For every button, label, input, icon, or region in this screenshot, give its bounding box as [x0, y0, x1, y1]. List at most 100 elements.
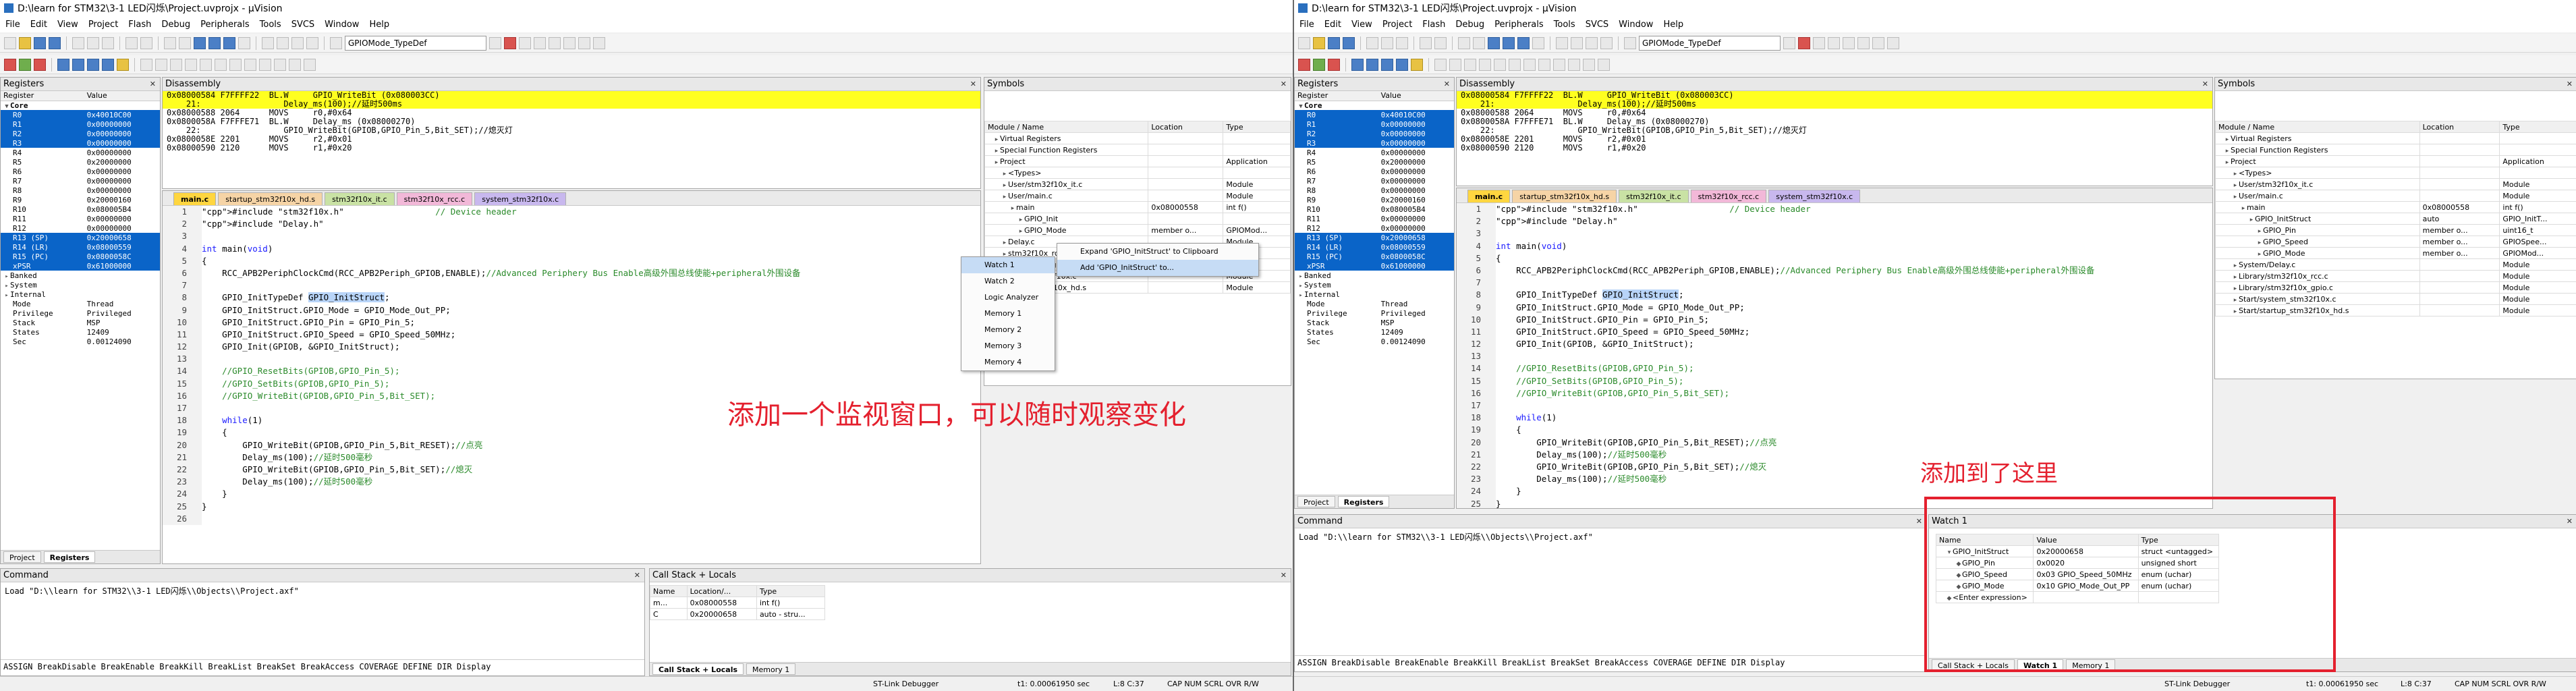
find-icon[interactable] [489, 36, 501, 49]
register-row[interactable]: xPSR 0x61000000 [1295, 261, 1454, 271]
symbols-window-icon[interactable] [1464, 58, 1476, 71]
expand-icon[interactable]: ▸ [1001, 171, 1008, 177]
register-row[interactable]: R2 0x00000000 [1, 129, 160, 138]
register-value[interactable]: 0x080005B4 [84, 204, 160, 214]
menu-file[interactable]: File [5, 20, 20, 30]
callstack-row[interactable]: m... 0x08000558 int f() [650, 597, 826, 609]
window-layout-icon[interactable] [1872, 36, 1884, 49]
code-line[interactable]: 6 RCC_APB2PeriphClockCmd(RCC_APB2Periph_… [1457, 264, 2212, 277]
code-line[interactable]: 9 GPIO_InitStruct.GPIO_Mode = GPIO_Mode_… [1457, 301, 2212, 314]
find-in-files-icon[interactable] [330, 36, 342, 49]
context-menu-item[interactable]: Watch 2 [961, 273, 1055, 289]
code-line[interactable]: 21 Delay_ms(100);//延时500毫秒 [163, 451, 980, 464]
open-folder-icon[interactable] [1313, 36, 1325, 49]
expand-icon[interactable]: ▸ [2256, 240, 2263, 246]
expand-icon[interactable]: ▸ [2224, 136, 2231, 143]
expand-icon[interactable]: ▸ [2232, 308, 2239, 315]
collapse-icon[interactable]: ▼ [3, 103, 10, 110]
register-row[interactable]: R4 0x00000000 [1295, 148, 1454, 157]
code-line[interactable]: 22 GPIO_WriteBit(GPIOB,GPIO_Pin_5,Bit_SE… [163, 463, 980, 476]
editor-tab[interactable]: startup_stm32f10x_hd.s [1512, 190, 1617, 202]
symbols-window-icon[interactable] [170, 58, 182, 71]
editor-tab[interactable]: main.c [1467, 190, 1511, 202]
symbol-row[interactable]: ▸ GPIO_Speed member o... GPIOSpee... [2215, 236, 2576, 248]
paste-icon[interactable] [1396, 36, 1408, 49]
register-row[interactable]: R15 (PC) 0x0800058C [1295, 252, 1454, 261]
nav-back-icon[interactable] [1458, 36, 1470, 49]
symbols-col-type[interactable]: Type [1223, 121, 1291, 133]
symbol-row[interactable]: ▸ Start/system_stm32f10x.c Module [2215, 293, 2576, 305]
disable-breakpoint-icon[interactable] [549, 36, 561, 49]
expand-icon[interactable]: ▸ [2232, 194, 2239, 200]
save-all-icon[interactable] [1343, 36, 1355, 49]
unindent-icon[interactable] [1571, 36, 1583, 49]
code-line[interactable]: 24 } [1457, 485, 2212, 498]
step-over-icon[interactable] [72, 58, 84, 71]
code-line[interactable]: 25} [163, 500, 980, 513]
register-row[interactable]: R10 0x080005B4 [1295, 204, 1454, 214]
register-value[interactable]: 0x00000000 [1378, 176, 1454, 186]
watch-window-icon[interactable] [215, 58, 227, 71]
register-row[interactable]: R10 0x080005B4 [1, 204, 160, 214]
next-bookmark-icon[interactable] [1517, 36, 1530, 49]
expand-icon[interactable]: ▸ [993, 136, 1000, 143]
panel-close-icon[interactable]: ✕ [970, 78, 980, 90]
trace-window-icon[interactable] [274, 58, 286, 71]
register-row[interactable]: R1 0x00000000 [1295, 119, 1454, 129]
expand-icon[interactable]: ▸ [2224, 148, 2231, 155]
code-line[interactable]: 23 Delay_ms(100);//延时500毫秒 [163, 476, 980, 489]
register-group[interactable]: ▸ Banked [1, 271, 160, 280]
core-group[interactable]: ▼ Core [1, 101, 84, 110]
register-value[interactable]: 0x00000000 [1378, 223, 1454, 233]
cut-icon[interactable] [1366, 36, 1378, 49]
register-row[interactable]: R14 (LR) 0x08000559 [1295, 242, 1454, 252]
configure-icon[interactable] [1887, 36, 1899, 49]
symbol-row[interactable]: ▸ User/main.c Module [984, 190, 1291, 202]
register-value[interactable]: 0x00000000 [84, 129, 160, 138]
register-group[interactable]: ▸ System [1, 280, 160, 289]
register-row[interactable]: R6 0x00000000 [1295, 167, 1454, 176]
run-icon[interactable] [1313, 58, 1325, 71]
code-line[interactable]: 3 [163, 230, 980, 243]
register-value[interactable]: 0x00000000 [84, 186, 160, 195]
code-line[interactable]: 18 while(1) [1457, 412, 2212, 424]
step-into-icon[interactable] [57, 58, 69, 71]
symbols-col-name[interactable]: Module / Name [984, 121, 1149, 133]
context-menu-item[interactable]: Memory 3 [961, 338, 1055, 354]
register-value[interactable]: 0x20000160 [1378, 195, 1454, 204]
symbol-row[interactable]: ▸ User/main.c Module [2215, 190, 2576, 202]
show-next-statement-icon[interactable] [1411, 58, 1423, 71]
register-value[interactable]: 0x20000658 [84, 233, 160, 242]
register-row[interactable]: R5 0x20000000 [1, 157, 160, 167]
indent-icon[interactable] [1556, 36, 1568, 49]
code-line[interactable]: 8 GPIO_InitTypeDef GPIO_InitStruct; [163, 292, 980, 304]
serial-window-icon[interactable] [244, 58, 256, 71]
code-line[interactable]: 17 [1457, 399, 2212, 412]
code-line[interactable]: 14 //GPIO_ResetBits(GPIOB,GPIO_Pin_5); [163, 365, 980, 378]
prev-bookmark-icon[interactable] [1503, 36, 1515, 49]
symbols-col-type[interactable]: Type [2499, 121, 2576, 133]
expand-icon[interactable]: ▸ [1001, 194, 1008, 200]
expand-icon[interactable]: ▸ [2224, 159, 2231, 166]
undo-icon[interactable] [1420, 36, 1432, 49]
nav-forward-icon[interactable] [179, 36, 191, 49]
run-to-cursor-icon[interactable] [102, 58, 114, 71]
reset-icon[interactable] [4, 58, 16, 71]
find-combo[interactable]: GPIOMode_TypeDef [1639, 35, 1781, 51]
register-row[interactable]: R11 0x00000000 [1, 214, 160, 223]
symbol-row[interactable]: ▸ Project Application [2215, 155, 2576, 167]
save-all-icon[interactable] [49, 36, 61, 49]
register-group[interactable]: ▸ Internal [1, 289, 160, 299]
toolbox-icon[interactable] [304, 58, 316, 71]
code-line[interactable]: 1 "cpp">#include "stm32f10x.h" // Device … [163, 206, 980, 219]
register-row[interactable]: R8 0x00000000 [1295, 186, 1454, 195]
register-row[interactable]: R6 0x00000000 [1, 167, 160, 176]
register-value[interactable]: 0x20000160 [84, 195, 160, 204]
incremental-find-icon[interactable] [1798, 36, 1810, 49]
expand-icon[interactable]: ▸ [1297, 283, 1304, 289]
symbol-row[interactable]: ▸ Special Function Registers [2215, 144, 2576, 156]
tab-project[interactable]: Project [1297, 496, 1335, 507]
code-line[interactable]: 20 GPIO_WriteBit(GPIOB,GPIO_Pin_5,Bit_RE… [163, 439, 980, 451]
callstack-col-type[interactable]: Type [756, 585, 826, 597]
register-value[interactable]: 0x00000000 [84, 223, 160, 233]
